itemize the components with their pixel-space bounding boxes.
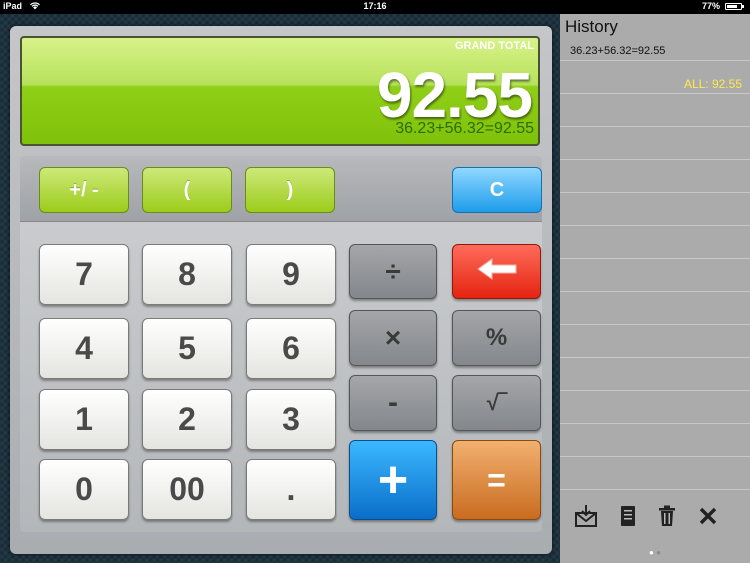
- battery-percent: 77%: [701, 1, 720, 11]
- battery-icon: [725, 3, 744, 10]
- display: GRAND TOTAL 92.55 36.23+56.32=92.55: [20, 36, 540, 146]
- add-button[interactable]: +: [349, 440, 437, 520]
- open-paren-button[interactable]: (: [142, 167, 232, 213]
- close-icon[interactable]: [696, 504, 720, 528]
- equals-button[interactable]: =: [452, 440, 541, 520]
- history-panel: History 36.23+56.32=92.55 ALL: 92.55 ● ●: [560, 14, 750, 563]
- digit-1-button[interactable]: 1: [39, 389, 129, 450]
- digit-9-button[interactable]: 9: [246, 244, 336, 305]
- digit-2-button[interactable]: 2: [142, 389, 232, 450]
- status-bar: iPad 17:16 77%: [0, 0, 750, 14]
- digit-5-button[interactable]: 5: [142, 318, 232, 379]
- display-expression: 36.23+56.32=92.55: [395, 120, 534, 137]
- digit-0-button[interactable]: 0: [39, 459, 129, 520]
- subtract-button[interactable]: -: [349, 375, 437, 431]
- digit-7-button[interactable]: 7: [39, 244, 129, 305]
- status-time: 17:16: [363, 1, 387, 11]
- backspace-button[interactable]: [452, 244, 541, 299]
- digit-8-button[interactable]: 8: [142, 244, 232, 305]
- digit-6-button[interactable]: 6: [246, 318, 336, 379]
- clear-button[interactable]: C: [452, 167, 542, 213]
- close-paren-button[interactable]: ): [245, 167, 335, 213]
- divide-button[interactable]: ÷: [349, 244, 437, 299]
- multiply-button[interactable]: ×: [349, 310, 437, 366]
- page-indicator: ● ●: [649, 548, 661, 557]
- sqrt-button[interactable]: √‾: [452, 375, 541, 431]
- keypad: 7 8 9 ÷ 4 5 6 × % 1 2 3 - √‾ 0 00 . + =: [20, 222, 542, 532]
- function-key-row: +/ - ( ) C: [20, 156, 542, 222]
- notes-icon[interactable]: [616, 504, 640, 528]
- backspace-arrow-icon: [476, 258, 518, 285]
- history-all-total: ALL: 92.55: [683, 77, 742, 91]
- calculator-panel: GRAND TOTAL 92.55 36.23+56.32=92.55 +/ -…: [10, 26, 552, 554]
- decimal-button[interactable]: .: [246, 459, 336, 520]
- email-icon[interactable]: [574, 504, 598, 528]
- double-zero-button[interactable]: 00: [142, 459, 232, 520]
- trash-icon[interactable]: [655, 504, 679, 528]
- history-toolbar: ● ●: [560, 494, 750, 563]
- plus-minus-button[interactable]: +/ -: [39, 167, 129, 213]
- digit-3-button[interactable]: 3: [246, 389, 336, 450]
- digit-4-button[interactable]: 4: [39, 318, 129, 379]
- percent-button[interactable]: %: [452, 310, 541, 366]
- grand-total-label: GRAND TOTAL: [454, 40, 534, 52]
- history-entry[interactable]: 36.23+56.32=92.55: [570, 45, 665, 57]
- history-title: History: [565, 17, 618, 36]
